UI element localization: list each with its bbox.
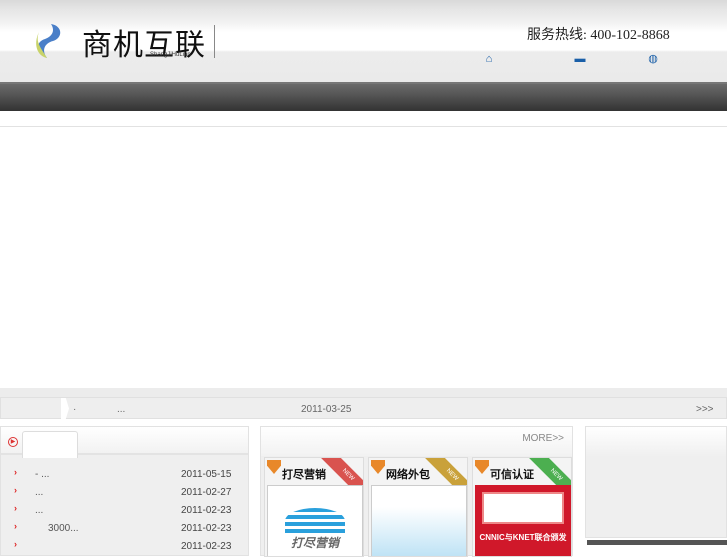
service-card[interactable]: 可信认证 NEW CNNIC与KNET联合颁发 — [472, 457, 572, 557]
chevron-right-icon: › — [14, 467, 17, 477]
logo-subtitle: ShangJiHuLian — [150, 52, 191, 58]
ticker-more[interactable]: >>> — [696, 404, 714, 415]
divider — [214, 25, 215, 58]
ticker-title[interactable]: ... — [117, 404, 125, 415]
news-ticker: · ... 2011-03-25 >>> — [0, 397, 727, 419]
folder-icon[interactable]: ▬ — [574, 53, 586, 65]
list-item[interactable]: › 2011-02-23 — [1, 539, 248, 557]
services-header: MORE>> — [261, 427, 572, 456]
chevron-right-icon: › — [14, 485, 17, 495]
card-title: 可信认证 — [490, 469, 534, 481]
home-icon[interactable]: ⌂ — [483, 53, 495, 65]
news-header: ▶ — [1, 427, 248, 458]
arrow-down-icon — [371, 460, 385, 474]
arrow-down-icon — [475, 460, 489, 474]
more-link[interactable]: MORE>> — [522, 433, 564, 444]
chevron-right-icon: › — [14, 539, 17, 549]
ticker-dot: · — [73, 404, 77, 415]
chevron-right-icon: › — [14, 503, 17, 513]
list-item[interactable]: › - ... 2011-05-15 — [1, 467, 248, 485]
main-nav — [0, 82, 727, 111]
play-icon: ▶ — [8, 437, 18, 447]
banner — [0, 128, 727, 388]
right-image — [587, 540, 727, 545]
service-card[interactable]: 网络外包 NEW — [368, 457, 468, 557]
hotline: 服务热线: 400-102-8868 — [527, 28, 670, 43]
list-item[interactable]: › 3000... 2011-02-23 — [1, 521, 248, 539]
list-item[interactable]: › ... 2011-02-27 — [1, 485, 248, 503]
card-title: 打尽营销 — [282, 469, 326, 481]
right-panel — [585, 426, 727, 538]
globe-icon[interactable]: ◍ — [647, 53, 659, 65]
sub-nav — [0, 111, 727, 127]
services-panel: MORE>> 打尽营销 NEW 打尽营销 网络外包 NEW 可信认证 NEW C… — [260, 426, 573, 557]
chevron-right-icon: › — [14, 521, 17, 531]
ticker-arrow-icon — [61, 398, 69, 419]
card-image — [371, 485, 467, 556]
card-title: 网络外包 — [386, 469, 430, 481]
logo-icon — [36, 24, 61, 58]
arrow-down-icon — [267, 460, 281, 474]
card-image: 打尽营销 — [267, 485, 363, 556]
ticker-date: 2011-03-25 — [301, 404, 352, 415]
news-panel: ▶ › - ... 2011-05-15 › ... 2011-02-27 › ...… — [0, 426, 249, 556]
list-item[interactable]: › ... 2011-02-23 — [1, 503, 248, 521]
card-image: CNNIC与KNET联合颁发 — [475, 485, 571, 556]
service-card[interactable]: 打尽营销 NEW 打尽营销 — [264, 457, 364, 557]
news-tab[interactable] — [22, 431, 78, 458]
